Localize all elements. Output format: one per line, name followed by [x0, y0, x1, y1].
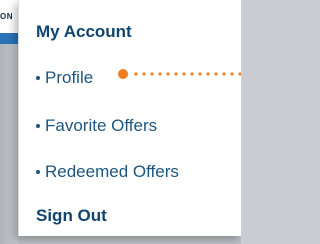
account-dropdown-menu: My Account Profile Favorite Offers Redee…: [18, 0, 241, 236]
my-account-link[interactable]: My Account: [36, 22, 132, 42]
redeemed-offers-label: Redeemed Offers: [45, 162, 179, 181]
profile-label: Profile: [45, 68, 94, 87]
bullet-icon: [36, 123, 40, 128]
bullet-icon: [36, 169, 40, 174]
my-account-label: My Account: [36, 22, 132, 41]
bullet-icon: [36, 75, 40, 80]
callout-dot-icon: [118, 69, 128, 79]
background-header-text: ON: [0, 12, 13, 21]
favorite-offers-label: Favorite Offers: [45, 116, 158, 135]
favorite-offers-link[interactable]: Favorite Offers: [36, 116, 157, 136]
page: ON My Account Profile Favorite Offers Re…: [0, 0, 241, 244]
profile-link[interactable]: Profile: [36, 68, 93, 88]
sign-out-link[interactable]: Sign Out: [36, 206, 107, 226]
background-page-edge: [0, 44, 18, 244]
callout-dotted-line: [132, 72, 241, 76]
sign-out-label: Sign Out: [36, 206, 107, 225]
redeemed-offers-link[interactable]: Redeemed Offers: [36, 162, 179, 182]
